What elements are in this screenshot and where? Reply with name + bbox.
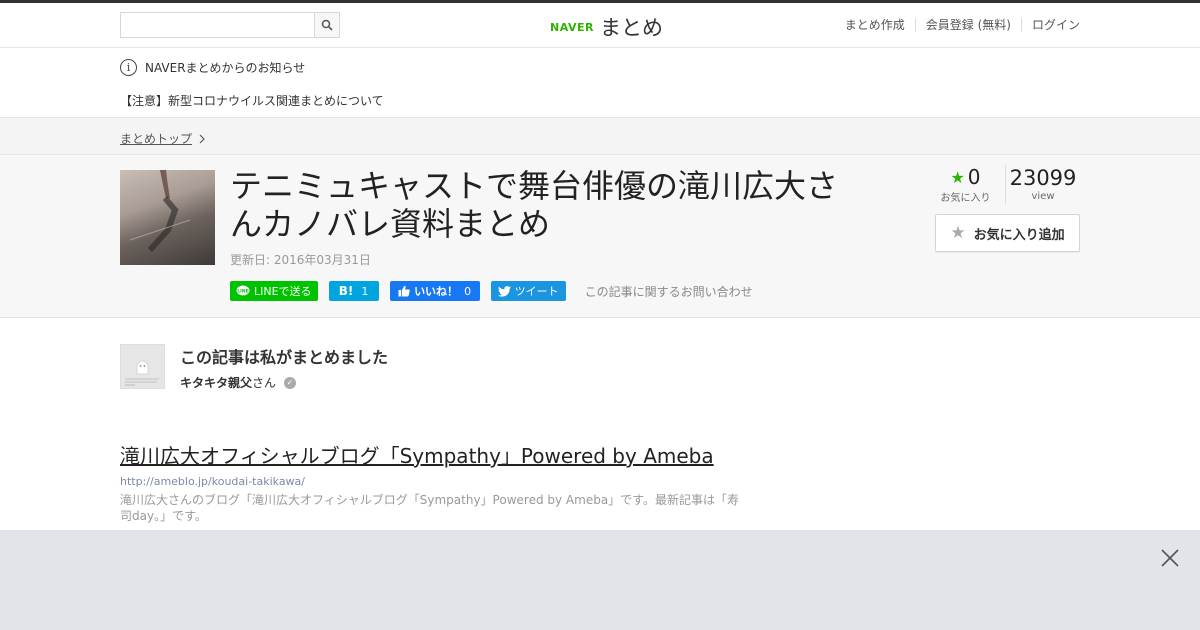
share-buttons: LINE LINEで送る B! 1 いいね！ 0 ツイート この記事に関するお問… [230, 281, 753, 301]
author-name-row[interactable]: キタキタ親父 さん ✓ [180, 374, 297, 391]
search-box [120, 12, 340, 38]
thumbnail-image [129, 170, 191, 253]
hatena-count: 1 [361, 284, 369, 298]
twitter-bird-icon [497, 285, 511, 297]
favorites-count: 0 [967, 165, 981, 189]
close-icon[interactable] [1160, 548, 1180, 568]
breadcrumb: まとめトップ [0, 118, 1200, 155]
views-stat: 23099 view [1006, 165, 1080, 204]
site-header: NAVER まとめ まとめ作成 会員登録 (無料) ログイン [0, 3, 1200, 48]
link-url[interactable]: http://ameblo.jp/koudai-takikawa/ [120, 475, 750, 488]
avatar[interactable] [120, 344, 165, 389]
line-share-button[interactable]: LINE LINEで送る [230, 281, 318, 301]
thumbs-up-icon [398, 285, 410, 297]
search-icon [321, 19, 333, 31]
star-icon: ★ [950, 167, 965, 187]
notice-link[interactable]: 【注意】新型コロナウイルス関連まとめについて [120, 92, 384, 109]
add-favorite-button[interactable]: ★ お気に入り追加 [935, 214, 1080, 252]
breadcrumb-top-label: まとめトップ [120, 132, 193, 146]
link-title[interactable]: 滝川広大オフィシャルブログ「Sympathy」Powered by Ameba [120, 440, 750, 469]
ad-banner [0, 530, 1200, 630]
article-header: テニミュキャストで舞台俳優の滝川広大さんカノバレ資料まとめ 更新日: 2016年… [0, 155, 1200, 318]
site-logo[interactable]: NAVER まとめ [550, 12, 663, 42]
search-input[interactable] [121, 13, 314, 37]
author-section: この記事は私がまとめました キタキタ親父 さん ✓ [120, 344, 720, 404]
nav-register[interactable]: 会員登録 (無料) [914, 18, 1021, 32]
author-heading: この記事は私がまとめました [180, 348, 389, 367]
breadcrumb-top-link[interactable]: まとめトップ [120, 130, 206, 147]
facebook-like-count: 0 [464, 284, 472, 298]
hatena-bookmark-button[interactable]: B! 1 [328, 281, 379, 301]
notice-title: NAVERまとめからのお知らせ [145, 61, 306, 75]
inquiry-link[interactable]: この記事に関するお問い合わせ [585, 283, 753, 300]
author-name: キタキタ親父 [180, 376, 253, 390]
favorites-label: お気に入り [940, 193, 991, 204]
logo-brand: NAVER [550, 20, 594, 34]
chevron-right-icon [199, 134, 205, 143]
top-nav: まとめ作成 会員登録 (無料) ログイン [845, 18, 1080, 32]
check-icon: ✓ [284, 376, 297, 389]
svg-text:LINE: LINE [237, 288, 248, 294]
views-count: 23099 [1009, 166, 1077, 190]
star-icon: ★ [950, 223, 966, 243]
article-thumbnail[interactable] [120, 170, 215, 265]
link-item: 滝川広大オフィシャルブログ「Sympathy」Powered by Ameba … [120, 440, 750, 524]
logo-name: まとめ [599, 16, 663, 40]
facebook-like-label: いいね！ [414, 285, 459, 298]
notice-heading[interactable]: i NAVERまとめからのお知らせ [120, 59, 305, 76]
add-favorite-label: お気に入り追加 [973, 227, 1065, 243]
tweet-button[interactable]: ツイート [490, 281, 566, 301]
facebook-like-button[interactable]: いいね！ 0 [389, 281, 480, 301]
avatar-image [125, 360, 159, 386]
nav-login[interactable]: ログイン [1020, 18, 1080, 32]
author-suffix: さん [252, 376, 277, 390]
nav-create-matome[interactable]: まとめ作成 [845, 18, 915, 32]
article-stats: ★ 0 お気に入り 23099 view [934, 165, 1080, 204]
tweet-label: ツイート [514, 285, 559, 298]
views-label: view [1031, 191, 1055, 202]
hatena-icon: B! [338, 284, 354, 298]
updated-date: 更新日: 2016年03月31日 [230, 253, 371, 267]
favorites-stat: ★ 0 お気に入り [934, 165, 1006, 204]
article-title: テニミュキャストで舞台俳優の滝川広大さんカノバレ資料まとめ [230, 167, 839, 243]
notice-area: i NAVERまとめからのお知らせ 【注意】新型コロナウイルス関連まとめについて [0, 48, 1200, 118]
link-description: 滝川広大さんのブログ「滝川広大オフィシャルブログ「Sympathy」Powere… [120, 493, 739, 523]
line-icon: LINE [236, 285, 250, 296]
line-share-label: LINEで送る [254, 285, 312, 298]
search-button[interactable] [314, 13, 339, 37]
info-icon: i [120, 59, 137, 76]
